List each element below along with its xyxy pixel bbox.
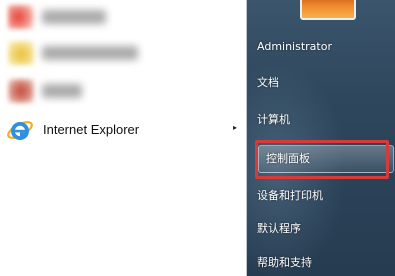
menu-item-administrator[interactable]: Administrator <box>257 34 391 60</box>
menu-item-help-and-support[interactable]: 帮助和支持 <box>257 250 391 276</box>
menu-item-devices-and-printers[interactable]: 设备和打印机 <box>257 183 391 209</box>
internet-explorer-label: Internet Explorer <box>43 122 140 137</box>
menu-item-documents[interactable]: 文档 <box>257 70 391 96</box>
blurred-program-icon <box>8 5 34 29</box>
pinned-program-item[interactable] <box>4 74 240 108</box>
start-menu-programs-pane: Internet Explorer ▸ <box>0 0 247 276</box>
internet-explorer-item[interactable]: Internet Explorer ▸ <box>4 113 240 147</box>
blurred-program-icon <box>8 79 34 103</box>
pinned-program-item[interactable] <box>4 0 240 34</box>
blurred-program-icon <box>8 41 34 65</box>
highlight-box <box>255 140 389 179</box>
internet-explorer-icon <box>7 121 33 140</box>
user-avatar[interactable] <box>300 0 356 20</box>
submenu-arrow-icon[interactable]: ▸ <box>233 123 237 132</box>
program-label <box>42 46 138 60</box>
menu-item-computer[interactable]: 计算机 <box>257 107 391 133</box>
pinned-program-item[interactable] <box>4 36 240 70</box>
program-label <box>42 84 82 98</box>
start-menu-places-pane: Administrator 文档 计算机 控制面板 设备和打印机 默认程序 帮助… <box>247 0 395 276</box>
menu-item-default-programs[interactable]: 默认程序 <box>257 216 391 242</box>
program-label <box>42 10 106 24</box>
